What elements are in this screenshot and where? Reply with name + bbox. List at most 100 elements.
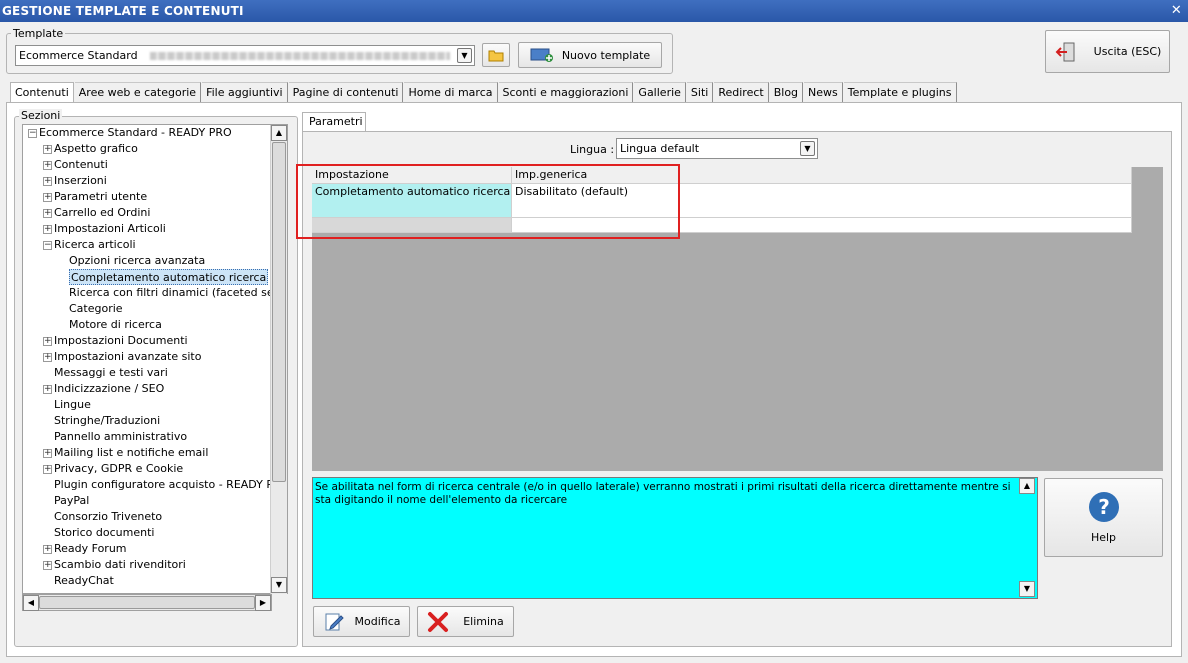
tree-item[interactable]: Scambio dati rivenditori xyxy=(54,557,186,573)
tab-siti[interactable]: Siti xyxy=(686,82,714,102)
tree-child-item[interactable]: Categorie xyxy=(69,301,123,317)
tree-item[interactable]: Plugin configuratore acquisto - READY PR… xyxy=(54,477,287,493)
tree-item[interactable]: Lingue xyxy=(54,397,91,413)
main-tabs: Contenuti Aree web e categorie File aggi… xyxy=(10,82,958,103)
new-template-button[interactable]: Nuovo template xyxy=(518,42,662,68)
tree-vscrollbar[interactable]: ▲ ▼ xyxy=(270,125,287,594)
tab-aree-web[interactable]: Aree web e categorie xyxy=(74,82,202,102)
tree-item[interactable]: Parametri utente xyxy=(54,189,147,205)
tree-root[interactable]: Ecommerce Standard - READY PRO xyxy=(39,125,232,141)
collapse-icon[interactable]: − xyxy=(43,241,52,250)
tab-redirect[interactable]: Redirect xyxy=(714,82,769,102)
new-template-icon xyxy=(530,48,553,62)
tree-child-item[interactable]: Ricerca con filtri dinamici (faceted sea… xyxy=(69,285,287,301)
expand-icon[interactable]: + xyxy=(43,225,52,234)
expand-icon[interactable]: + xyxy=(43,177,52,186)
tree-item[interactable]: Messaggi e testi vari xyxy=(54,365,168,381)
tree-item[interactable]: Consorzio Triveneto xyxy=(54,509,162,525)
scroll-up-icon[interactable]: ▲ xyxy=(1019,478,1035,494)
modify-label: Modifica xyxy=(354,615,401,628)
tab-home-marca[interactable]: Home di marca xyxy=(404,82,498,102)
expand-icon[interactable]: + xyxy=(43,465,52,474)
tree-item[interactable]: Aspetto grafico xyxy=(54,141,138,157)
delete-button[interactable]: Elimina xyxy=(417,606,514,637)
tree-item[interactable]: Stringhe/Traduzioni xyxy=(54,413,160,429)
template-group-label: Template xyxy=(11,27,66,40)
tab-blog[interactable]: Blog xyxy=(769,82,804,102)
tree-item[interactable]: Impostazioni Articoli xyxy=(54,221,166,237)
template-select-blurred xyxy=(149,51,450,60)
collapse-icon[interactable]: − xyxy=(28,129,37,138)
tree-item[interactable]: Carrello ed Ordini xyxy=(54,205,150,221)
tree-hscroll-thumb[interactable] xyxy=(39,596,255,609)
lingua-select[interactable]: Lingua default ▼ xyxy=(616,138,818,159)
modify-button[interactable]: Modifica xyxy=(313,606,410,637)
tree-child-item[interactable]: Completamento automatico ricerca xyxy=(69,269,269,285)
sections-group-label: Sezioni xyxy=(19,109,63,122)
setting-description-text: Se abilitata nel form di ricerca central… xyxy=(315,481,1011,506)
edit-icon xyxy=(325,613,344,630)
lingua-label: Lingua : xyxy=(570,143,615,156)
tree-item[interactable]: Ready Forum xyxy=(54,541,127,557)
exit-label: Uscita (ESC) xyxy=(1093,45,1162,58)
exit-door-icon xyxy=(1055,42,1075,61)
scroll-right-icon[interactable]: ▶ xyxy=(255,595,271,611)
expand-icon[interactable]: + xyxy=(43,561,52,570)
template-select[interactable]: Ecommerce Standard ▼ xyxy=(15,45,475,66)
tree-item[interactable]: Pannello amministrativo xyxy=(54,429,187,445)
tree-item[interactable]: Impostazioni Documenti xyxy=(54,333,188,349)
open-folder-button[interactable] xyxy=(482,43,510,67)
tab-contenuti[interactable]: Contenuti xyxy=(10,82,74,103)
tab-gallerie[interactable]: Gallerie xyxy=(634,82,686,102)
tree-item[interactable]: Inserzioni xyxy=(54,173,107,189)
tab-pagine-contenuti[interactable]: Pagine di contenuti xyxy=(288,82,404,102)
sections-tree[interactable]: − Ecommerce Standard - READY PRO + Aspett… xyxy=(22,124,288,594)
chevron-down-icon[interactable]: ▼ xyxy=(800,141,815,156)
expand-icon[interactable]: + xyxy=(43,209,52,218)
tab-sconti[interactable]: Sconti e maggiorazioni xyxy=(498,82,634,102)
tree-item[interactable]: Privacy, GDPR e Cookie xyxy=(54,461,183,477)
template-select-value: Ecommerce Standard xyxy=(19,49,138,62)
window-title-bar: GESTIONE TEMPLATE E CONTENUTI ✕ xyxy=(0,0,1188,22)
scroll-down-icon[interactable]: ▼ xyxy=(271,577,287,593)
expand-icon[interactable]: + xyxy=(43,353,52,362)
tab-parametri[interactable]: Parametri xyxy=(302,112,366,132)
help-label: Help xyxy=(1090,531,1117,544)
tree-hscrollbar[interactable]: ◀ ▶ xyxy=(22,594,272,611)
tree-vscroll-thumb[interactable] xyxy=(272,142,286,482)
expand-icon[interactable]: + xyxy=(43,161,52,170)
tree-item[interactable]: ReadyChat xyxy=(54,573,114,589)
tab-template-plugins[interactable]: Template e plugins xyxy=(843,82,957,102)
question-icon: ? xyxy=(1088,492,1119,522)
expand-icon[interactable]: + xyxy=(43,545,52,554)
expand-icon[interactable]: + xyxy=(43,449,52,458)
expand-icon[interactable]: + xyxy=(43,145,52,154)
tab-news[interactable]: News xyxy=(804,82,843,102)
folder-icon xyxy=(488,50,504,61)
svg-text:?: ? xyxy=(1098,495,1110,519)
tree-item[interactable]: Impostazioni avanzate sito xyxy=(54,349,201,365)
tree-item[interactable]: Ricerca articoli xyxy=(54,237,136,253)
close-icon[interactable]: ✕ xyxy=(1171,0,1182,22)
help-button[interactable]: ? Help xyxy=(1044,478,1163,557)
description-vscrollbar[interactable]: ▲ ▼ xyxy=(1019,478,1037,598)
tree-child-item[interactable]: Motore di ricerca xyxy=(69,317,162,333)
exit-button[interactable]: Uscita (ESC) xyxy=(1045,30,1170,73)
scroll-left-icon[interactable]: ◀ xyxy=(23,595,39,611)
tree-item[interactable]: Contenuti xyxy=(54,157,108,173)
highlight-annotation xyxy=(296,164,680,239)
tab-file-aggiuntivi[interactable]: File aggiuntivi xyxy=(202,82,288,102)
scroll-down-icon[interactable]: ▼ xyxy=(1019,581,1035,597)
chevron-down-icon[interactable]: ▼ xyxy=(457,48,472,63)
expand-icon[interactable]: + xyxy=(43,193,52,202)
expand-icon[interactable]: + xyxy=(43,385,52,394)
expand-icon[interactable]: + xyxy=(43,337,52,346)
new-template-label: Nuovo template xyxy=(561,48,651,62)
delete-x-icon xyxy=(428,611,449,632)
tree-item[interactable]: PayPal xyxy=(54,493,89,509)
tree-item[interactable]: Storico documenti xyxy=(54,525,154,541)
tree-item[interactable]: Mailing list e notifiche email xyxy=(54,445,208,461)
tree-item[interactable]: Indicizzazione / SEO xyxy=(54,381,164,397)
tree-child-item[interactable]: Opzioni ricerca avanzata xyxy=(69,253,205,269)
scroll-up-icon[interactable]: ▲ xyxy=(271,125,287,141)
